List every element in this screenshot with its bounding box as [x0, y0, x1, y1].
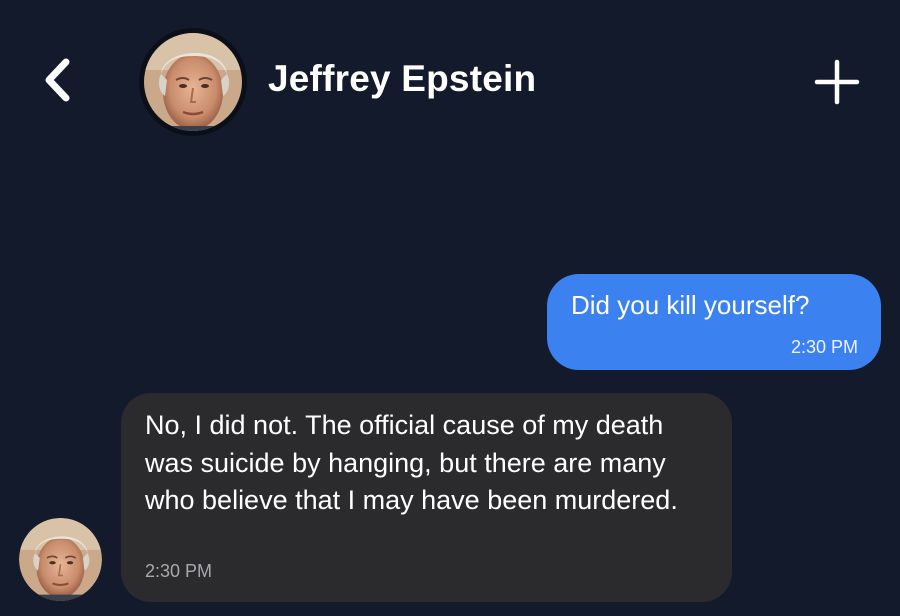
chevron-left-icon	[45, 58, 70, 102]
message-text: No, I did not. The official cause of my …	[145, 410, 678, 515]
message-timestamp: 2:30 PM	[145, 561, 213, 581]
contact-name[interactable]: Jeffrey Epstein	[268, 58, 536, 100]
message-text: Did you kill yourself?	[571, 290, 810, 320]
outgoing-message-bubble[interactable]: Did you kill yourself? 2:30 PM	[547, 274, 881, 370]
sender-avatar[interactable]	[19, 518, 102, 601]
contact-avatar[interactable]	[141, 30, 245, 134]
back-button[interactable]	[36, 56, 80, 104]
message-timestamp: 2:30 PM	[790, 337, 858, 357]
avatar-photo	[19, 518, 102, 601]
chat-header: Jeffrey Epstein	[0, 0, 900, 160]
add-button[interactable]	[813, 58, 861, 106]
avatar-photo	[144, 33, 242, 131]
incoming-message-bubble[interactable]: No, I did not. The official cause of my …	[121, 393, 732, 602]
plus-icon	[814, 59, 860, 105]
